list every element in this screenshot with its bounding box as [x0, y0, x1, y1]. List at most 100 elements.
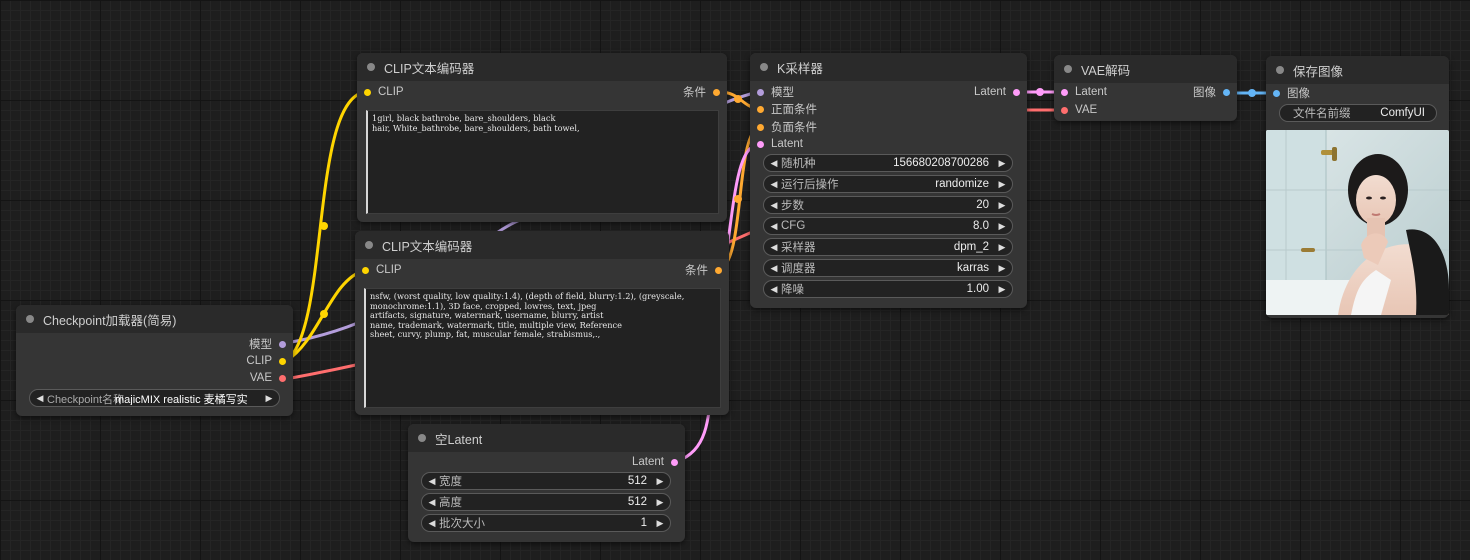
node-save-image[interactable]: 保存图像 图像 文件名前缀 ComfyUI	[1266, 56, 1449, 318]
output-vae[interactable]: VAE	[250, 370, 286, 386]
node-header[interactable]: VAE解码	[1054, 55, 1237, 83]
slot-dot[interactable]	[1223, 88, 1230, 96]
slot-label: 图像	[1193, 87, 1216, 99]
widget-steps[interactable]: ◀ 步数 20 ▶	[763, 196, 1013, 214]
prompt-textarea[interactable]: 1girl, black bathrobe, bare_shoulders, b…	[366, 110, 719, 214]
slot-dot[interactable]	[1273, 89, 1280, 97]
node-header[interactable]: 空Latent	[408, 424, 685, 452]
input-clip[interactable]: CLIP	[362, 262, 402, 278]
node-collapse-dot[interactable]	[26, 315, 34, 323]
left-arrow-icon[interactable]: ◀	[769, 200, 779, 211]
widget-seed[interactable]: ◀ 随机种 156680208700286 ▶	[763, 154, 1013, 172]
input-vae[interactable]: VAE	[1061, 102, 1097, 118]
prompt-textarea[interactable]: nsfw, (worst quality, low quality:1.4), …	[364, 288, 721, 408]
checkpoint-name-combo[interactable]: ◀ Checkpoint名称 majicMIX realistic 麦橘写实_v…	[29, 389, 280, 407]
slot-dot[interactable]	[757, 140, 764, 148]
node-collapse-dot[interactable]	[1276, 66, 1284, 74]
input-clip[interactable]: CLIP	[364, 84, 404, 100]
widget-control-after-generate[interactable]: ◀ 运行后操作 randomize ▶	[763, 175, 1013, 193]
left-arrow-icon[interactable]: ◀	[35, 393, 45, 404]
right-arrow-icon[interactable]: ▶	[997, 284, 1007, 295]
widget-value: majicMIX realistic 麦橘写实_v7	[115, 394, 248, 405]
node-header[interactable]: CLIP文本编码器	[357, 53, 727, 81]
widget-value: 20	[976, 199, 989, 211]
slot-dot[interactable]	[362, 266, 369, 274]
slot-label: Latent	[1075, 86, 1107, 98]
input-latent[interactable]: Latent	[1061, 84, 1107, 100]
generated-image-preview[interactable]	[1266, 130, 1449, 315]
left-arrow-icon[interactable]: ◀	[769, 158, 779, 169]
widget-cfg[interactable]: ◀ CFG 8.0 ▶	[763, 217, 1013, 235]
slot-dot[interactable]	[671, 458, 678, 466]
left-arrow-icon[interactable]: ◀	[769, 221, 779, 232]
slot-dot[interactable]	[279, 340, 286, 348]
input-positive[interactable]: 正面条件	[757, 101, 817, 117]
left-arrow-icon[interactable]: ◀	[769, 179, 779, 190]
node-header[interactable]: CLIP文本编码器	[355, 231, 729, 259]
output-clip[interactable]: CLIP	[246, 353, 286, 369]
node-collapse-dot[interactable]	[367, 63, 375, 71]
input-image[interactable]: 图像	[1273, 85, 1310, 101]
slot-dot[interactable]	[1061, 106, 1068, 114]
left-arrow-icon[interactable]: ◀	[427, 476, 437, 487]
output-latent[interactable]: Latent	[974, 84, 1020, 100]
right-arrow-icon[interactable]: ▶	[655, 518, 665, 529]
node-checkpoint-loader[interactable]: Checkpoint加载器(简易) 模型 CLIP VAE ◀ Checkpoi…	[16, 305, 293, 416]
node-collapse-dot[interactable]	[1064, 65, 1072, 73]
widget-batch-size[interactable]: ◀ 批次大小 1 ▶	[421, 514, 671, 532]
output-image[interactable]: 图像	[1193, 84, 1230, 100]
input-latent[interactable]: Latent	[757, 136, 803, 152]
widget-value: karras	[957, 262, 989, 274]
node-empty-latent[interactable]: 空Latent Latent ◀ 宽度 512 ▶ ◀ 高度 512 ▶ ◀ 批次大小 1 ▶	[408, 424, 685, 542]
slot-dot[interactable]	[757, 88, 764, 96]
slot-dot[interactable]	[364, 88, 371, 96]
slot-dot[interactable]	[757, 123, 764, 131]
right-arrow-icon[interactable]: ▶	[997, 179, 1007, 190]
left-arrow-icon[interactable]: ◀	[427, 497, 437, 508]
filename-prefix-field[interactable]: 文件名前缀 ComfyUI	[1279, 104, 1437, 122]
right-arrow-icon[interactable]: ▶	[264, 393, 274, 404]
left-arrow-icon[interactable]: ◀	[769, 263, 779, 274]
connection-wires	[284, 88, 1276, 464]
node-ksampler[interactable]: K采样器 模型 正面条件 负面条件 Latent Latent ◀ 随机种 1566…	[750, 53, 1027, 308]
node-collapse-dot[interactable]	[418, 434, 426, 442]
node-collapse-dot[interactable]	[365, 241, 373, 249]
left-arrow-icon[interactable]: ◀	[769, 242, 779, 253]
node-clip-text-encode-negative[interactable]: CLIP文本编码器 CLIP 条件 nsfw, (worst quality, …	[355, 231, 729, 415]
output-model[interactable]: 模型	[249, 336, 286, 352]
widget-width[interactable]: ◀ 宽度 512 ▶	[421, 472, 671, 490]
output-latent[interactable]: Latent	[632, 454, 678, 470]
input-negative[interactable]: 负面条件	[757, 119, 817, 135]
slot-label: VAE	[249, 372, 272, 384]
right-arrow-icon[interactable]: ▶	[997, 263, 1007, 274]
node-clip-text-encode-positive[interactable]: CLIP文本编码器 CLIP 条件 1girl, black bathrobe,…	[357, 53, 727, 222]
right-arrow-icon[interactable]: ▶	[997, 242, 1007, 253]
right-arrow-icon[interactable]: ▶	[997, 200, 1007, 211]
slot-dot[interactable]	[757, 105, 764, 113]
right-arrow-icon[interactable]: ▶	[997, 158, 1007, 169]
node-header[interactable]: K采样器	[750, 53, 1027, 81]
widget-label: 运行后操作	[781, 179, 839, 191]
widget-scheduler[interactable]: ◀ 调度器 karras ▶	[763, 259, 1013, 277]
widget-denoise[interactable]: ◀ 降噪 1.00 ▶	[763, 280, 1013, 298]
node-header[interactable]: 保存图像	[1266, 56, 1449, 84]
slot-dot[interactable]	[1013, 88, 1020, 96]
output-conditioning[interactable]: 条件	[683, 84, 720, 100]
right-arrow-icon[interactable]: ▶	[997, 221, 1007, 232]
widget-height[interactable]: ◀ 高度 512 ▶	[421, 493, 671, 511]
node-header[interactable]: Checkpoint加载器(简易)	[16, 305, 293, 333]
slot-dot[interactable]	[279, 374, 286, 382]
output-conditioning[interactable]: 条件	[685, 262, 722, 278]
slot-dot[interactable]	[713, 88, 720, 96]
left-arrow-icon[interactable]: ◀	[769, 284, 779, 295]
node-vae-decode[interactable]: VAE解码 Latent VAE 图像	[1054, 55, 1237, 121]
right-arrow-icon[interactable]: ▶	[655, 497, 665, 508]
right-arrow-icon[interactable]: ▶	[655, 476, 665, 487]
slot-dot[interactable]	[715, 266, 722, 274]
slot-dot[interactable]	[1061, 88, 1068, 96]
left-arrow-icon[interactable]: ◀	[427, 518, 437, 529]
node-collapse-dot[interactable]	[760, 63, 768, 71]
input-model[interactable]: 模型	[757, 84, 794, 100]
widget-sampler[interactable]: ◀ 采样器 dpm_2 ▶	[763, 238, 1013, 256]
slot-dot[interactable]	[279, 357, 286, 365]
